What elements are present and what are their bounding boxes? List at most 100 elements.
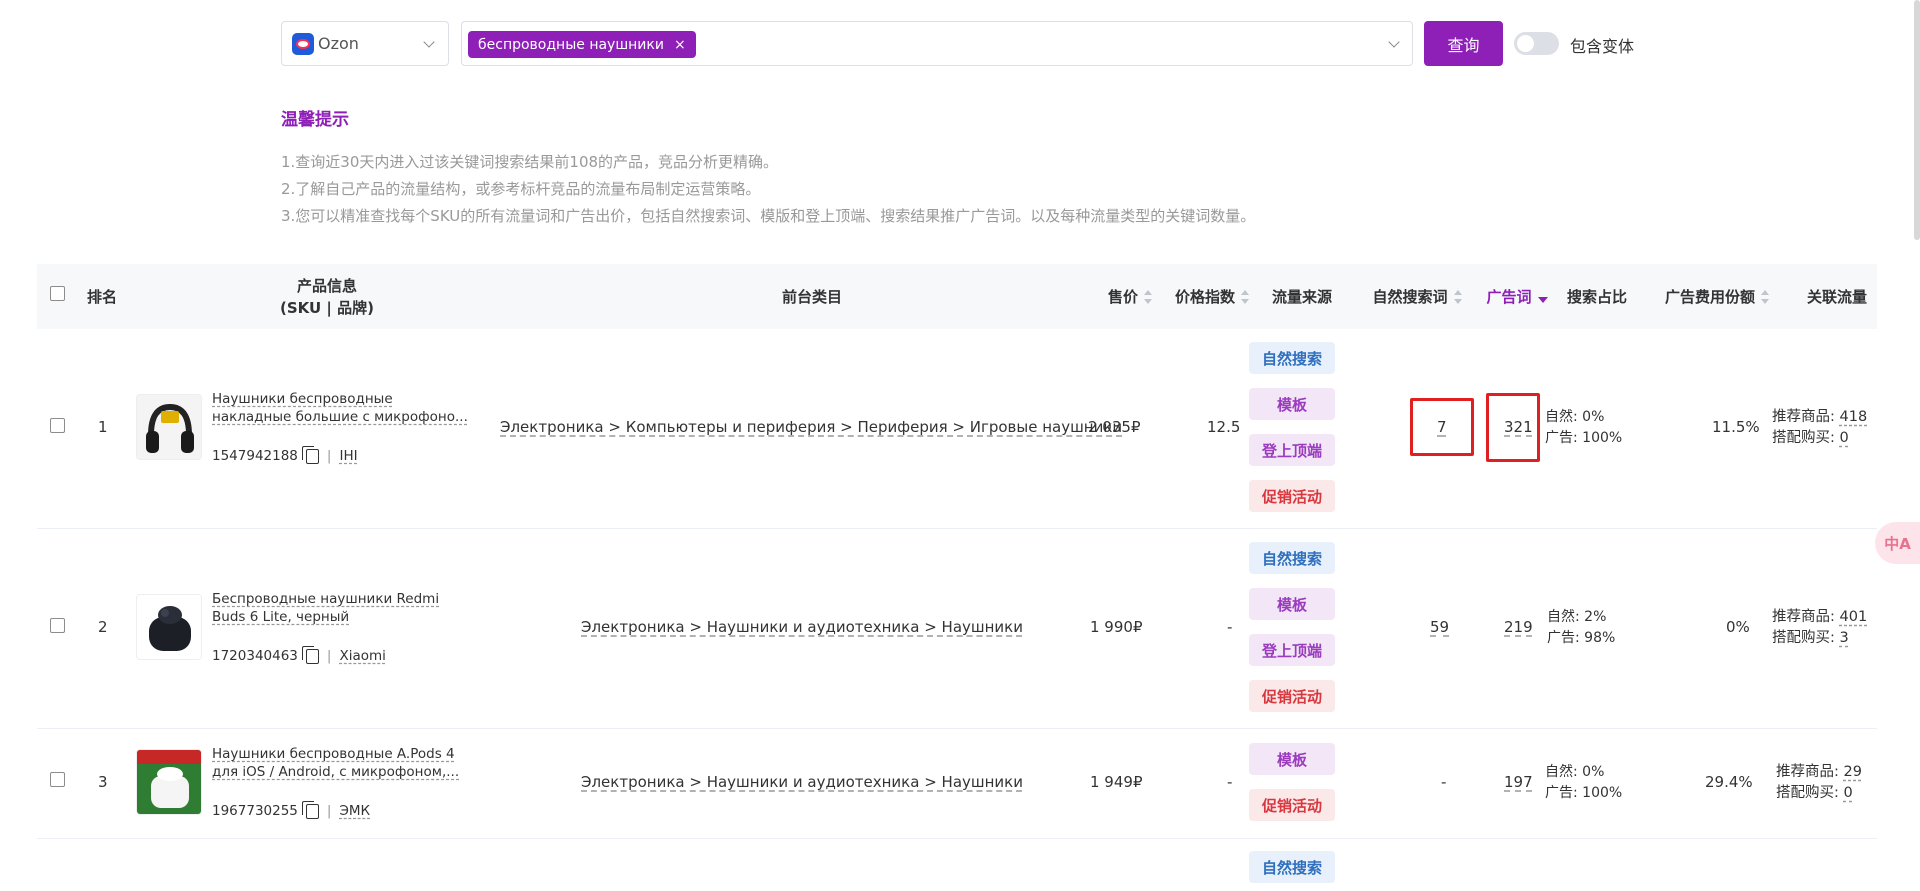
source-top-badge[interactable]: 登上顶端 bbox=[1249, 634, 1335, 666]
chevron-down-icon[interactable] bbox=[1388, 36, 1400, 48]
chevron-down-icon bbox=[423, 36, 435, 48]
brand-link[interactable]: Xiaomi bbox=[339, 648, 385, 664]
source-promo-badge[interactable]: 促销活动 bbox=[1249, 480, 1335, 512]
recommended-label: 推荐商品: bbox=[1772, 409, 1835, 425]
source-organic-badge[interactable]: 自然搜索 bbox=[1249, 851, 1335, 883]
ad-ratio: 广告: 100% bbox=[1545, 785, 1623, 801]
select-all-checkbox[interactable] bbox=[50, 286, 65, 301]
category-link[interactable]: Электроника > Наушники и аудиотехника > … bbox=[581, 618, 1023, 636]
source-template-badge[interactable]: 模板 bbox=[1249, 388, 1335, 420]
price-index: - bbox=[1227, 618, 1233, 636]
bundle-count[interactable]: 3 bbox=[1840, 630, 1849, 646]
keyword-input[interactable]: беспроводные наушники × bbox=[461, 21, 1413, 66]
price: 2 035₽ bbox=[1088, 418, 1141, 436]
brand-link[interactable]: ЭМК bbox=[339, 803, 370, 819]
include-variants-toggle[interactable] bbox=[1514, 32, 1559, 55]
source-organic-badge[interactable]: 自然搜索 bbox=[1249, 342, 1335, 374]
row-rank: 2 bbox=[98, 618, 108, 636]
ad-keyword-count[interactable]: 321 bbox=[1504, 418, 1533, 436]
translate-icon[interactable]: 中A bbox=[1875, 522, 1920, 564]
header-traffic-source: 流量来源 bbox=[1271, 287, 1332, 306]
recommended-count[interactable]: 418 bbox=[1840, 409, 1868, 425]
product-title[interactable]: Наушники беспроводные A.Pods 4 для iOS /… bbox=[212, 745, 459, 781]
header-rank: 排名 bbox=[86, 287, 117, 306]
source-template-badge[interactable]: 模板 bbox=[1249, 743, 1335, 775]
ad-spend-share: 0% bbox=[1726, 618, 1750, 636]
category-link[interactable]: Электроника > Компьютеры и периферия > П… bbox=[500, 418, 1122, 436]
bundle-label: 搭配购买: bbox=[1772, 430, 1835, 446]
bundle-count[interactable]: 0 bbox=[1844, 785, 1853, 801]
ad-ratio: 广告: 100% bbox=[1545, 430, 1623, 446]
ad-keyword-count[interactable]: 219 bbox=[1504, 618, 1533, 636]
brand-link[interactable]: IHI bbox=[339, 448, 357, 464]
divider: | bbox=[326, 803, 332, 819]
divider: | bbox=[326, 648, 332, 664]
product-title-line2: для iOS / Android, с микрофоном,... bbox=[212, 764, 460, 780]
price-index: 12.5 bbox=[1207, 418, 1241, 436]
related-traffic: 推荐商品: 418 搭配购买: 0 bbox=[1772, 407, 1867, 449]
search-share: 自然: 0% 广告: 100% bbox=[1545, 407, 1622, 449]
recommended-count[interactable]: 29 bbox=[1844, 764, 1862, 780]
header-ad-label: 广告词 bbox=[1486, 287, 1532, 306]
headphones-product-image bbox=[137, 395, 201, 459]
close-icon[interactable]: × bbox=[674, 37, 686, 53]
organic-keyword-count[interactable]: 7 bbox=[1437, 418, 1447, 436]
product-title[interactable]: Наушники беспроводные накладные большие … bbox=[212, 390, 468, 426]
bundle-count[interactable]: 0 bbox=[1840, 430, 1849, 446]
platform-select[interactable]: Ozon bbox=[281, 21, 449, 66]
header-price-label: 售价 bbox=[1107, 287, 1138, 306]
header-organic-label: 自然搜索词 bbox=[1372, 287, 1448, 306]
copy-icon[interactable] bbox=[301, 645, 319, 664]
product-title-line2: накладные большие с микрофоно... bbox=[212, 409, 468, 425]
product-sku-brand: 1547942188 | IHI bbox=[212, 445, 358, 464]
header-product-info: 产品信息 (SKU | 品牌) bbox=[237, 264, 417, 329]
header-ad-spend-label: 广告费用份额 bbox=[1664, 287, 1755, 306]
sort-icon[interactable] bbox=[1241, 289, 1249, 304]
row-checkbox[interactable] bbox=[50, 772, 65, 787]
ozon-logo-icon bbox=[292, 32, 314, 55]
product-title-line1: Наушники беспроводные A.Pods 4 bbox=[212, 746, 455, 762]
source-top-badge[interactable]: 登上顶端 bbox=[1249, 434, 1335, 466]
airpods-product-image bbox=[137, 750, 201, 814]
recommended-count[interactable]: 401 bbox=[1840, 609, 1868, 625]
sort-icon[interactable] bbox=[1761, 289, 1769, 304]
product-image[interactable] bbox=[136, 749, 202, 815]
ad-spend-share: 29.4% bbox=[1705, 773, 1753, 791]
header-related-traffic: 关联流量 bbox=[1806, 287, 1867, 306]
category-link[interactable]: Электроника > Наушники и аудиотехника > … bbox=[581, 773, 1023, 791]
search-share: 自然: 2% 广告: 98% bbox=[1547, 607, 1615, 649]
source-organic-badge[interactable]: 自然搜索 bbox=[1249, 542, 1335, 574]
source-promo-badge[interactable]: 促销活动 bbox=[1249, 789, 1335, 821]
copy-icon[interactable] bbox=[301, 445, 319, 464]
tip-line-2: 2.了解自己产品的流量结构，或参考标杆竞品的流量布局制定运营策略。 bbox=[281, 180, 761, 198]
recommended-label: 推荐商品: bbox=[1772, 609, 1835, 625]
sort-icon[interactable] bbox=[1144, 289, 1152, 304]
query-button[interactable]: 查询 bbox=[1424, 21, 1503, 66]
earbuds-product-image bbox=[137, 595, 201, 659]
natural-ratio: 自然: 0% bbox=[1545, 409, 1605, 425]
table-header: 排名 产品信息 (SKU | 品牌) 前台类目 售价 价格指数 流量来源 自然搜… bbox=[37, 264, 1877, 329]
header-category: 前台类目 bbox=[781, 287, 842, 306]
product-image[interactable] bbox=[136, 594, 202, 660]
divider: | bbox=[326, 448, 332, 464]
source-template-badge[interactable]: 模板 bbox=[1249, 588, 1335, 620]
row-divider bbox=[37, 728, 1877, 729]
ad-keyword-count[interactable]: 197 bbox=[1504, 773, 1533, 791]
tips-title: 温馨提示 bbox=[281, 110, 349, 130]
product-title[interactable]: Беспроводные наушники Redmi Buds 6 Lite,… bbox=[212, 590, 439, 626]
row-rank: 1 bbox=[98, 418, 108, 436]
row-divider bbox=[37, 838, 1877, 839]
row-checkbox[interactable] bbox=[50, 618, 65, 633]
source-promo-badge[interactable]: 促销活动 bbox=[1249, 680, 1335, 712]
copy-icon[interactable] bbox=[301, 800, 319, 819]
header-price-index[interactable]: 价格指数 bbox=[1152, 264, 1272, 329]
price: 1 990₽ bbox=[1090, 618, 1143, 636]
related-traffic: 推荐商品: 29 搭配购买: 0 bbox=[1776, 762, 1862, 804]
platform-label: Ozon bbox=[318, 34, 359, 53]
scrollbar[interactable] bbox=[1914, 0, 1920, 240]
header-price-index-label: 价格指数 bbox=[1174, 287, 1235, 306]
row-checkbox[interactable] bbox=[50, 418, 65, 433]
product-image[interactable] bbox=[136, 394, 202, 460]
organic-keyword-count[interactable]: 59 bbox=[1430, 618, 1449, 636]
price-index: - bbox=[1227, 773, 1233, 791]
